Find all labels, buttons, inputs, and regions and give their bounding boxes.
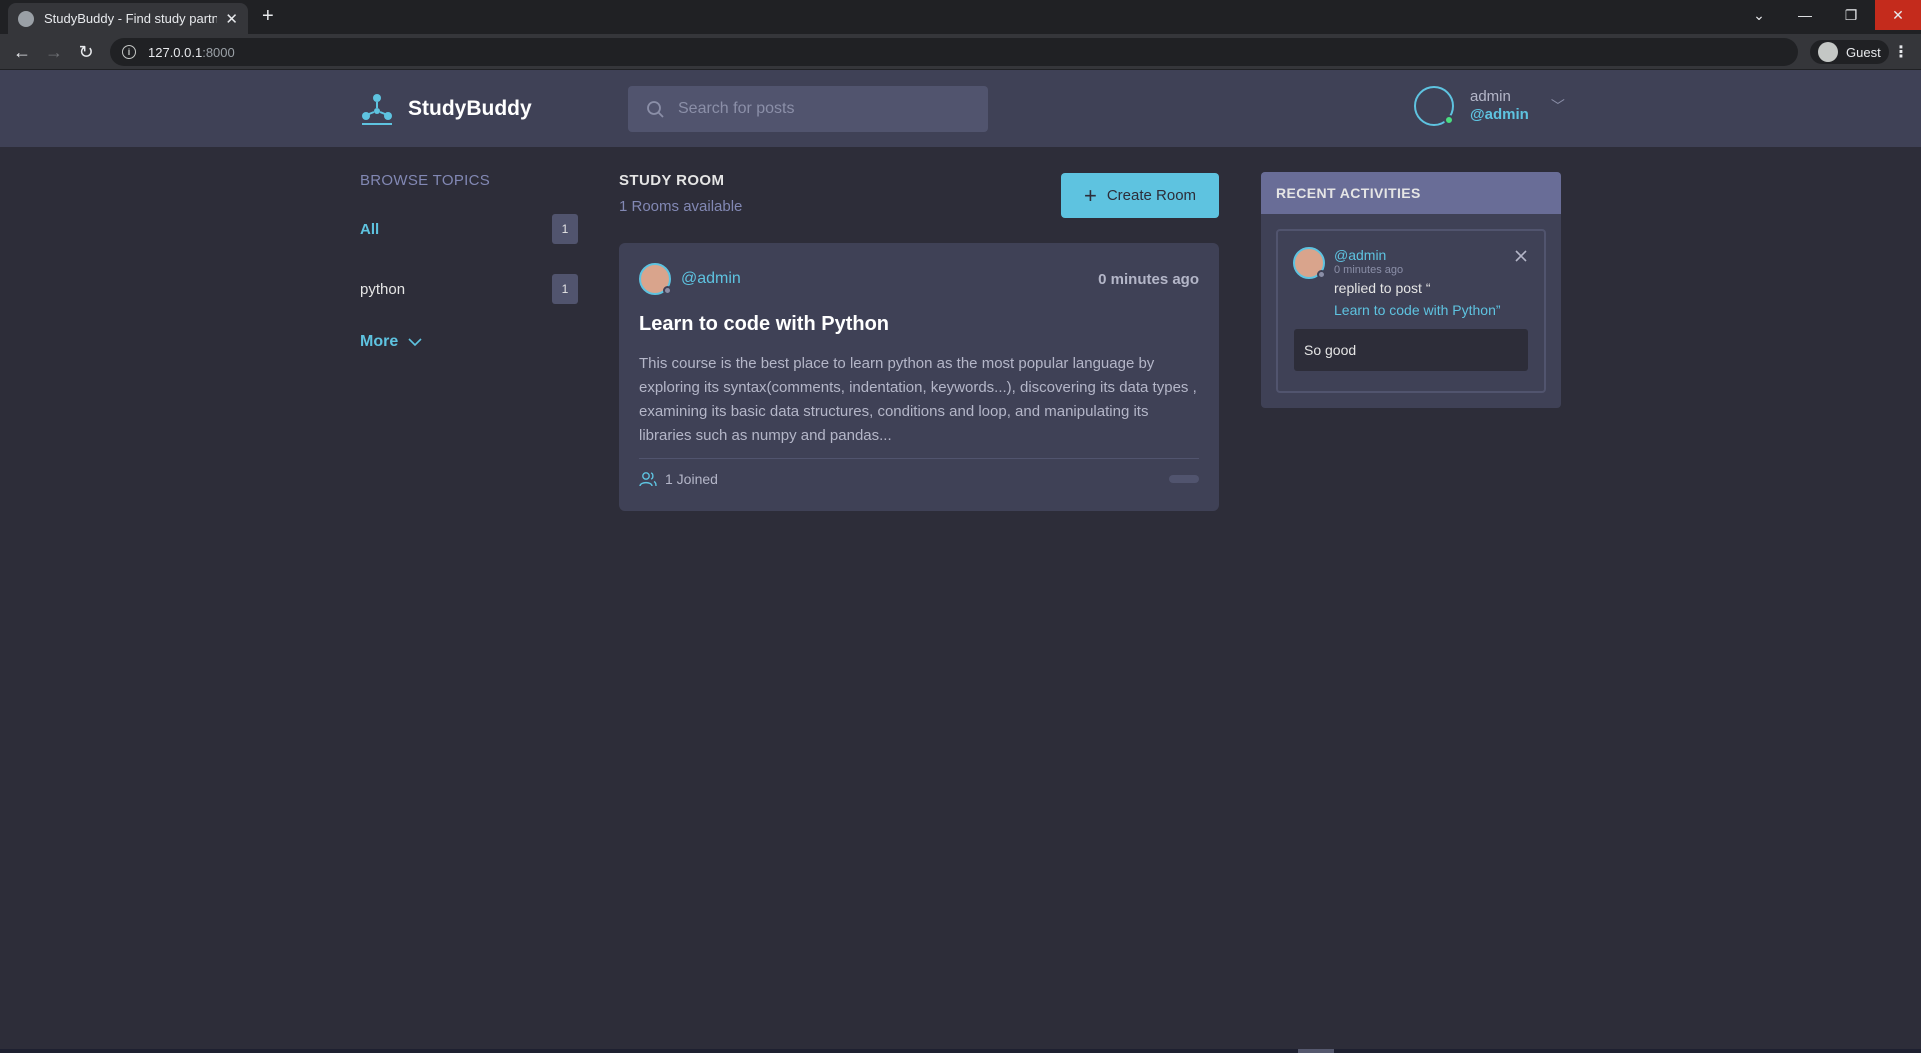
globe-icon [18,10,34,27]
close-icon[interactable] [1514,249,1528,263]
recent-activities-panel: RECENT ACTIVITIES @admin 0 minutes ago r… [1261,172,1561,408]
activities-title: RECENT ACTIVITIES [1261,172,1561,214]
app-header: StudyBuddy admin @admin ﹀ [0,70,1921,147]
url-port: :8000 [202,44,235,60]
topic-label: python [360,280,406,298]
rooms-count: 1 Rooms available [619,198,743,215]
brand-name: StudyBuddy [408,97,532,120]
users-icon [639,472,657,487]
url-host: 127.0.0.1 [148,44,203,60]
url-input[interactable]: i 127.0.0.1:8000 [110,38,1798,66]
more-topics-button[interactable]: More [360,333,578,351]
status-indicator [663,286,672,295]
create-room-button[interactable]: + Create Room [1061,173,1219,218]
user-name: admin [1470,88,1511,105]
logo-link[interactable]: StudyBuddy [360,92,532,126]
restore-icon[interactable]: ❐ [1828,0,1874,30]
info-icon[interactable]: i [122,45,136,59]
avatar[interactable] [1414,86,1454,126]
online-indicator [1444,115,1454,125]
forward-icon[interactable]: → [41,39,67,65]
avatar[interactable] [1293,247,1326,279]
room-card: @admin 0 minutes ago Learn to code with … [619,243,1219,511]
search-icon [647,101,664,118]
topics-sidebar: BROWSE TOPICS All 1 python 1 More [360,172,578,351]
room-time: 0 minutes ago [1098,270,1199,288]
profile-button[interactable]: Guest [1810,40,1889,64]
joined-count: 1 Joined [639,471,718,487]
browser-menu-icon[interactable]: ⋮ [1893,42,1909,62]
bottom-edge [0,1049,1921,1053]
search-box[interactable] [628,86,988,132]
close-window-icon[interactable]: ✕ [1875,0,1921,30]
status-indicator [1317,270,1326,279]
room-host[interactable]: @admin [639,263,741,295]
search-input[interactable] [678,100,958,118]
activity-item: @admin 0 minutes ago replied to post “ L… [1276,229,1546,393]
chevron-down-icon[interactable]: ﹀ [1551,96,1565,116]
browser-tab-bar: StudyBuddy - Find study partners ✕ + ⌄ —… [0,0,1921,34]
plus-icon: + [1083,182,1097,208]
topic-count: 1 [552,214,578,244]
profile-label: Guest [1846,44,1881,60]
room-description: This course is the best place to learn p… [639,355,1197,444]
new-tab-icon[interactable]: + [262,5,274,28]
minimize-icon[interactable]: — [1782,0,1828,30]
page-title: STUDY ROOM [619,172,725,189]
profile-icon [1818,42,1838,62]
topic-item-python[interactable]: python 1 [360,271,578,307]
activity-user-handle[interactable]: @admin [1334,247,1528,263]
tab-search-icon[interactable]: ⌄ [1736,0,1782,30]
activity-time: 0 minutes ago [1334,264,1404,276]
reload-icon[interactable]: ↻ [73,39,99,65]
room-list-header: STUDY ROOM 1 Rooms available [619,172,742,215]
more-label: More [360,333,399,350]
activity-room-link[interactable]: Learn to code with Python” [1334,302,1528,318]
host-handle[interactable]: @admin [681,270,741,288]
room-title[interactable]: Learn to code with Python [639,313,1199,336]
user-menu[interactable]: admin @admin ﹀ [1414,86,1565,126]
logo-icon [362,94,392,125]
avatar[interactable] [639,263,672,295]
joined-label: 1 Joined [665,471,718,487]
create-room-label: Create Room [1106,187,1197,204]
close-tab-icon[interactable]: ✕ [225,10,238,28]
chevron-down-icon [408,338,422,347]
topics-title: BROWSE TOPICS [360,172,491,189]
browser-tab[interactable]: StudyBuddy - Find study partners ✕ [8,3,248,34]
address-bar: ← → ↻ i 127.0.0.1:8000 Guest ⋮ [0,34,1921,70]
tab-title: StudyBuddy - Find study partners [44,11,218,26]
topic-item-all[interactable]: All 1 [360,211,578,247]
topic-count: 1 [552,274,578,304]
back-icon[interactable]: ← [9,39,35,65]
room-topic-tag[interactable] [1169,475,1199,483]
activity-reply: So good [1294,329,1528,371]
activity-text: replied to post “ [1334,280,1431,296]
user-handle: @admin [1470,106,1529,123]
topic-label: All [360,220,380,238]
scrollbar-thumb[interactable] [1298,1049,1334,1053]
